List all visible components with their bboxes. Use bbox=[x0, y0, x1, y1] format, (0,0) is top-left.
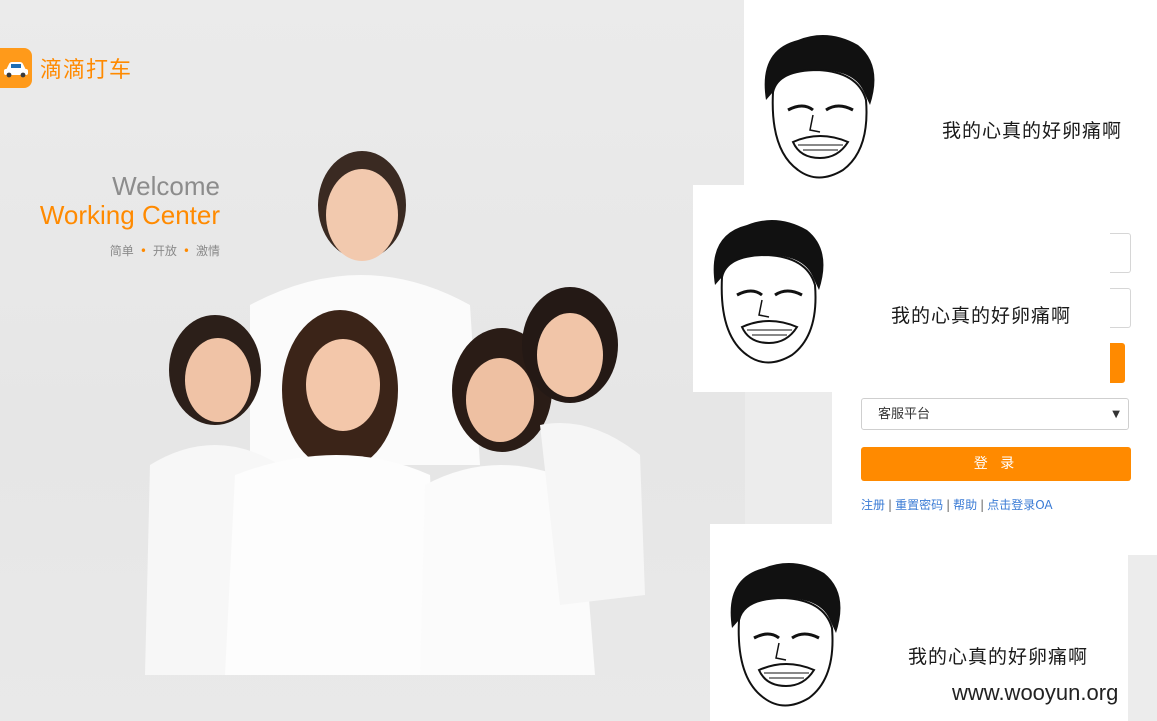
chevron-down-icon: ▼ bbox=[1112, 409, 1120, 420]
register-link[interactable]: 注册 bbox=[861, 498, 885, 512]
rage-face-icon bbox=[764, 35, 875, 179]
rage-face-icon bbox=[730, 563, 841, 707]
brand-logo[interactable]: 滴滴打车 bbox=[0, 48, 132, 88]
team-photo bbox=[145, 151, 645, 675]
password-field[interactable] bbox=[1110, 288, 1131, 328]
verify-code-button[interactable] bbox=[1110, 343, 1125, 383]
watermark: www.wooyun.org bbox=[952, 680, 1119, 705]
meme-card: 我的心真的好卵痛啊 bbox=[744, 0, 1157, 205]
platform-select[interactable]: 客服平台 ▼ bbox=[861, 398, 1129, 430]
meme-caption: 我的心真的好卵痛啊 bbox=[891, 305, 1072, 327]
link-separator: | bbox=[888, 498, 893, 512]
meme-card: 我的心真的好卵痛啊 bbox=[693, 185, 1110, 392]
oa-login-link[interactable]: 点击登录OA bbox=[987, 498, 1052, 512]
brand-name: 滴滴打车 bbox=[40, 58, 133, 83]
rage-face-icon bbox=[713, 220, 824, 364]
reset-password-link[interactable]: 重置密码 bbox=[895, 498, 943, 512]
meme-caption: 我的心真的好卵痛啊 bbox=[942, 120, 1123, 142]
login-links: 注册 | 重置密码 | 帮助 | 点击登录OA bbox=[861, 496, 1053, 513]
screenshot-stage: 滴滴打车 Welcome Working Center 简单•开放•激情 bbox=[0, 0, 1157, 721]
username-field[interactable] bbox=[1110, 233, 1131, 273]
taxi-car-icon bbox=[0, 48, 32, 88]
link-separator: | bbox=[946, 498, 951, 512]
link-separator: | bbox=[980, 498, 985, 512]
login-button[interactable]: 登 录 bbox=[861, 447, 1131, 481]
slogan-word: 简单 bbox=[109, 244, 134, 258]
help-link[interactable]: 帮助 bbox=[953, 498, 977, 512]
platform-select-value: 客服平台 bbox=[878, 407, 931, 422]
meme-caption: 我的心真的好卵痛啊 bbox=[908, 646, 1089, 668]
